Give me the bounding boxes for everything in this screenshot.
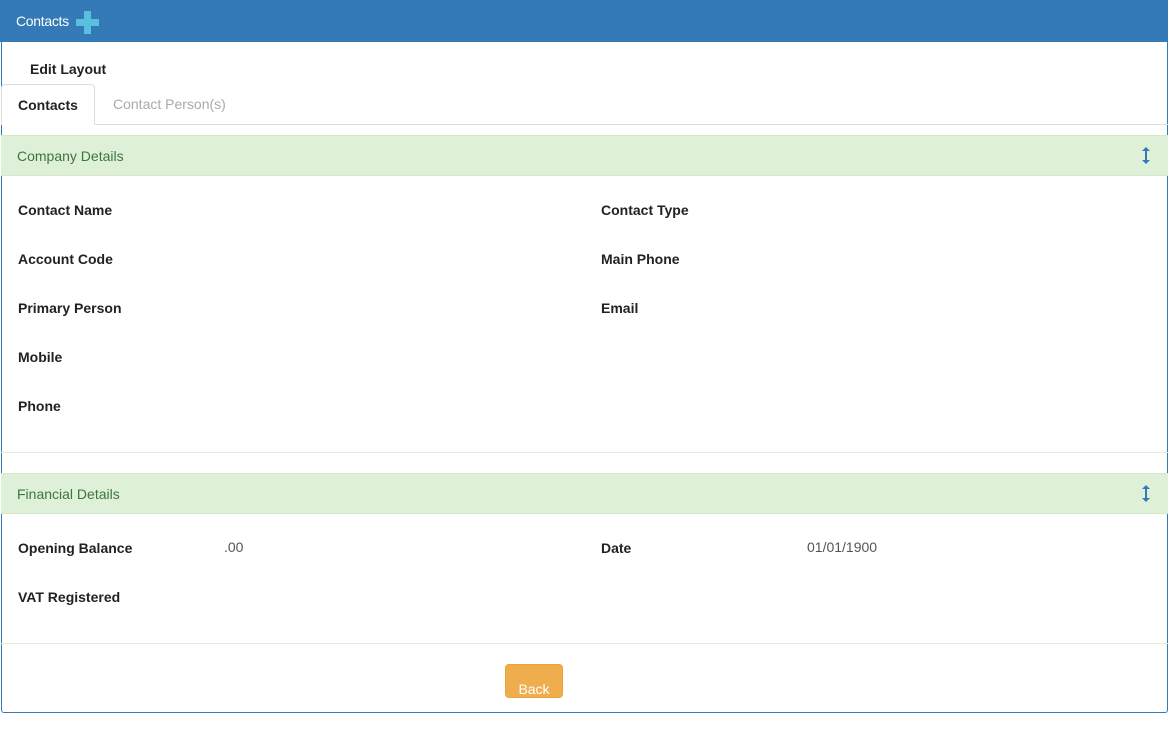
- primary-person-label: Primary Person: [18, 300, 122, 316]
- resize-vertical-icon[interactable]: [1142, 147, 1150, 164]
- edit-layout-link[interactable]: Edit Layout: [30, 61, 106, 77]
- panel-header: Contacts: [0, 0, 1168, 42]
- tab-contact-persons[interactable]: Contact Person(s): [97, 84, 242, 125]
- resize-vertical-icon[interactable]: [1142, 485, 1150, 502]
- tab-contacts[interactable]: Contacts: [1, 84, 95, 125]
- add-contact-plus-icon[interactable]: [76, 11, 99, 34]
- vat-registered-label: VAT Registered: [18, 589, 121, 605]
- section-divider: [1, 643, 1168, 644]
- company-details-header[interactable]: Company Details: [1, 135, 1168, 176]
- tab-bar: Contacts Contact Person(s): [1, 84, 1168, 125]
- mobile-label: Mobile: [18, 349, 63, 365]
- financial-details-header[interactable]: Financial Details: [1, 473, 1168, 514]
- financial-details-title: Financial Details: [17, 486, 120, 502]
- opening-balance-value: .00: [224, 539, 244, 555]
- date-label: Date: [601, 540, 632, 556]
- contact-name-label: Contact Name: [18, 202, 113, 218]
- account-code-label: Account Code: [18, 251, 113, 267]
- email-label: Email: [601, 300, 639, 316]
- panel-title: Contacts: [16, 13, 69, 29]
- section-divider: [1, 452, 1168, 453]
- opening-balance-label: Opening Balance: [18, 540, 133, 556]
- company-details-title: Company Details: [17, 148, 124, 164]
- main-phone-label: Main Phone: [601, 251, 680, 267]
- date-value: 01/01/1900: [807, 539, 878, 555]
- phone-label: Phone: [18, 398, 61, 414]
- back-button[interactable]: Back: [505, 664, 563, 698]
- contact-type-label: Contact Type: [601, 202, 689, 218]
